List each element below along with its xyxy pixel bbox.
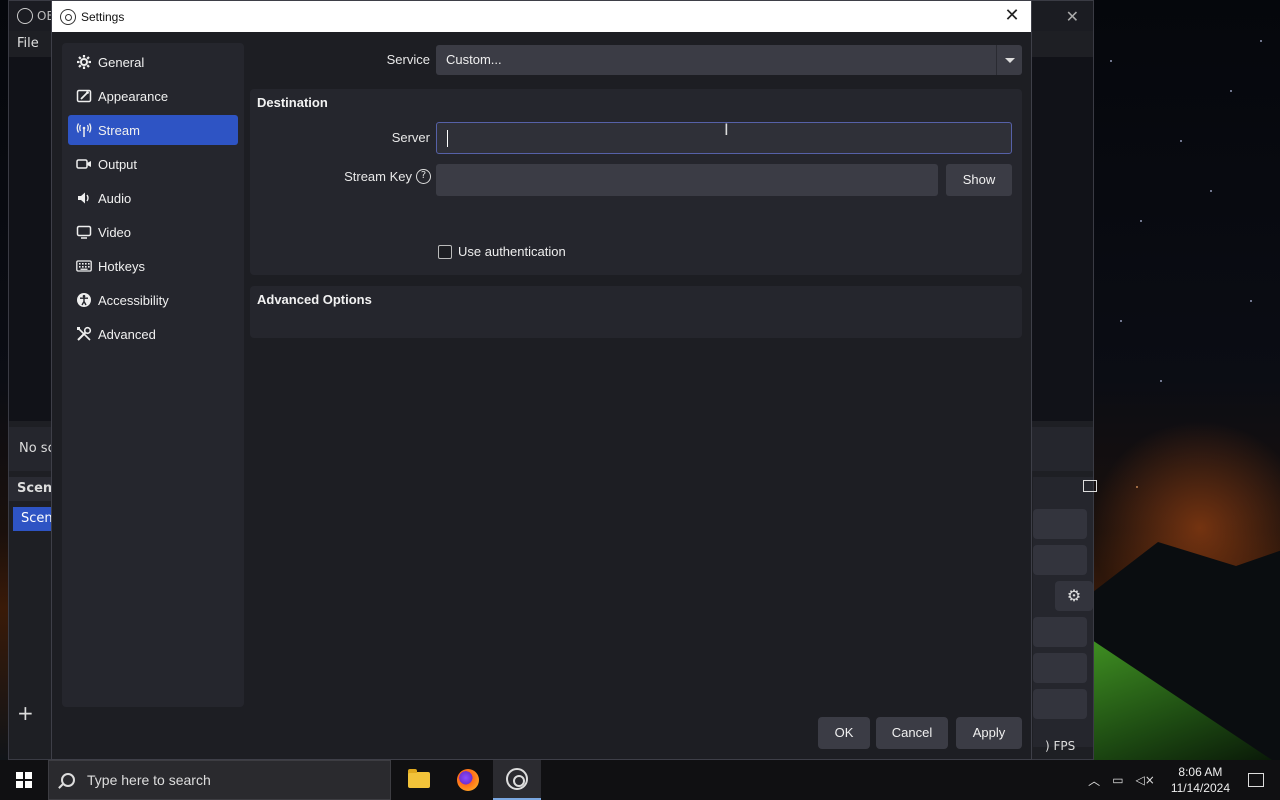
sidebar-item-accessibility[interactable]: Accessibility bbox=[68, 285, 238, 315]
camera-icon bbox=[76, 156, 92, 172]
star bbox=[1136, 486, 1138, 488]
service-label: Service bbox=[386, 52, 430, 67]
stream-key-label: Stream Key bbox=[344, 169, 412, 184]
search-placeholder: Type here to search bbox=[87, 772, 211, 788]
keyboard-icon bbox=[76, 258, 92, 274]
network-icon[interactable]: ▭ bbox=[1112, 773, 1123, 787]
star bbox=[1210, 190, 1212, 192]
use-authentication-checkbox[interactable] bbox=[438, 245, 452, 259]
sidebar-item-video[interactable]: Video bbox=[68, 217, 238, 247]
star bbox=[1140, 220, 1142, 222]
gear-icon bbox=[76, 54, 92, 70]
sidebar-item-label: Appearance bbox=[98, 88, 169, 104]
star bbox=[1250, 300, 1252, 302]
dialog-titlebar: Settings bbox=[52, 1, 1031, 32]
settings-sidebar: General Appearance Stream Output Audio V… bbox=[62, 43, 244, 707]
dock-icon[interactable] bbox=[1083, 480, 1097, 492]
system-tray: ︿ ▭ ◁× 8:06 AM 11/14/2024 bbox=[1082, 760, 1280, 800]
folder-icon bbox=[408, 769, 430, 788]
control-button[interactable] bbox=[1033, 617, 1087, 647]
settings-dialog: Settings ✕ General Appearance Stream Out… bbox=[51, 0, 1032, 760]
accessibility-icon bbox=[76, 292, 92, 308]
tools-icon bbox=[76, 326, 92, 342]
sidebar-item-audio[interactable]: Audio bbox=[68, 183, 238, 213]
service-dropdown[interactable]: Custom... bbox=[436, 45, 1022, 75]
use-authentication-label[interactable]: Use authentication bbox=[458, 244, 566, 259]
control-button[interactable] bbox=[1033, 653, 1087, 683]
fps-status: ) FPS bbox=[1045, 739, 1076, 753]
advanced-options-title[interactable]: Advanced Options bbox=[257, 292, 372, 307]
sidebar-item-appearance[interactable]: Appearance bbox=[68, 81, 238, 111]
help-icon[interactable]: ? bbox=[416, 169, 431, 184]
start-button[interactable] bbox=[0, 760, 48, 800]
sidebar-item-label: Accessibility bbox=[98, 292, 169, 308]
volume-muted-icon[interactable]: ◁× bbox=[1136, 773, 1155, 787]
star bbox=[1230, 90, 1232, 92]
control-button[interactable] bbox=[1033, 545, 1087, 575]
obs-app[interactable] bbox=[493, 760, 541, 800]
stream-key-input[interactable] bbox=[436, 164, 938, 196]
sidebar-item-label: General bbox=[98, 54, 145, 70]
dialog-title: Settings bbox=[81, 9, 125, 24]
gear-icon[interactable]: ⚙ bbox=[1055, 581, 1093, 611]
ok-button[interactable]: OK bbox=[818, 717, 870, 749]
windows-taskbar: Type here to search ︿ ▭ ◁× 8:06 AM 11/14… bbox=[0, 760, 1280, 800]
sidebar-item-label: Video bbox=[98, 224, 132, 240]
clock-time: 8:06 AM bbox=[1178, 765, 1223, 779]
firefox-app[interactable] bbox=[444, 760, 492, 800]
close-icon[interactable]: ✕ bbox=[999, 3, 1025, 29]
clock-date: 11/14/2024 bbox=[1170, 781, 1230, 795]
sidebar-item-advanced[interactable]: Advanced bbox=[68, 319, 238, 349]
show-key-button[interactable]: Show bbox=[946, 164, 1012, 196]
obs-logo-icon bbox=[60, 8, 76, 25]
star bbox=[1120, 320, 1122, 322]
sidebar-item-label: Advanced bbox=[98, 326, 156, 342]
file-explorer-app[interactable] bbox=[395, 760, 443, 800]
add-scene-icon[interactable]: + bbox=[17, 701, 34, 725]
star bbox=[1180, 140, 1182, 142]
text-caret bbox=[447, 130, 448, 147]
advanced-options-group: Advanced Options bbox=[250, 286, 1022, 338]
antenna-icon bbox=[76, 122, 92, 138]
obs-logo-icon bbox=[17, 8, 33, 24]
star bbox=[1110, 60, 1112, 62]
sidebar-item-label: Output bbox=[98, 156, 138, 172]
destination-title: Destination bbox=[257, 95, 328, 110]
sidebar-item-hotkeys[interactable]: Hotkeys bbox=[68, 251, 238, 281]
server-label: Server bbox=[391, 130, 430, 145]
service-value: Custom... bbox=[446, 52, 502, 67]
notification-icon[interactable] bbox=[1248, 773, 1264, 787]
monitor-icon bbox=[76, 224, 92, 240]
obs-close-icon[interactable]: ✕ bbox=[1066, 7, 1079, 26]
search-icon bbox=[61, 773, 75, 787]
chevron-down-icon[interactable] bbox=[996, 45, 1022, 75]
control-button[interactable] bbox=[1033, 689, 1087, 719]
obs-icon bbox=[506, 768, 528, 790]
firefox-icon bbox=[457, 769, 479, 791]
ibeam-cursor-icon: I bbox=[724, 120, 729, 139]
chevron-up-icon[interactable]: ︿ bbox=[1088, 772, 1100, 789]
star bbox=[1260, 40, 1262, 42]
sidebar-item-label: Hotkeys bbox=[98, 258, 145, 274]
sidebar-item-label: Stream bbox=[98, 122, 140, 138]
cancel-button[interactable]: Cancel bbox=[876, 717, 948, 749]
sidebar-item-stream[interactable]: Stream bbox=[68, 115, 238, 145]
taskbar-clock[interactable]: 8:06 AM 11/14/2024 bbox=[1171, 764, 1230, 796]
apply-button[interactable]: Apply bbox=[956, 717, 1022, 749]
stream-settings-panel: Service Custom... Destination Server I S… bbox=[250, 32, 1032, 760]
sidebar-item-general[interactable]: General bbox=[68, 47, 238, 77]
sidebar-item-output[interactable]: Output bbox=[68, 149, 238, 179]
sidebar-item-label: Audio bbox=[98, 190, 132, 206]
speaker-icon bbox=[76, 190, 92, 206]
star bbox=[1160, 380, 1162, 382]
taskbar-search[interactable]: Type here to search bbox=[48, 760, 391, 800]
appearance-icon bbox=[76, 88, 92, 104]
windows-logo-icon bbox=[16, 772, 32, 788]
control-button[interactable] bbox=[1033, 509, 1087, 539]
